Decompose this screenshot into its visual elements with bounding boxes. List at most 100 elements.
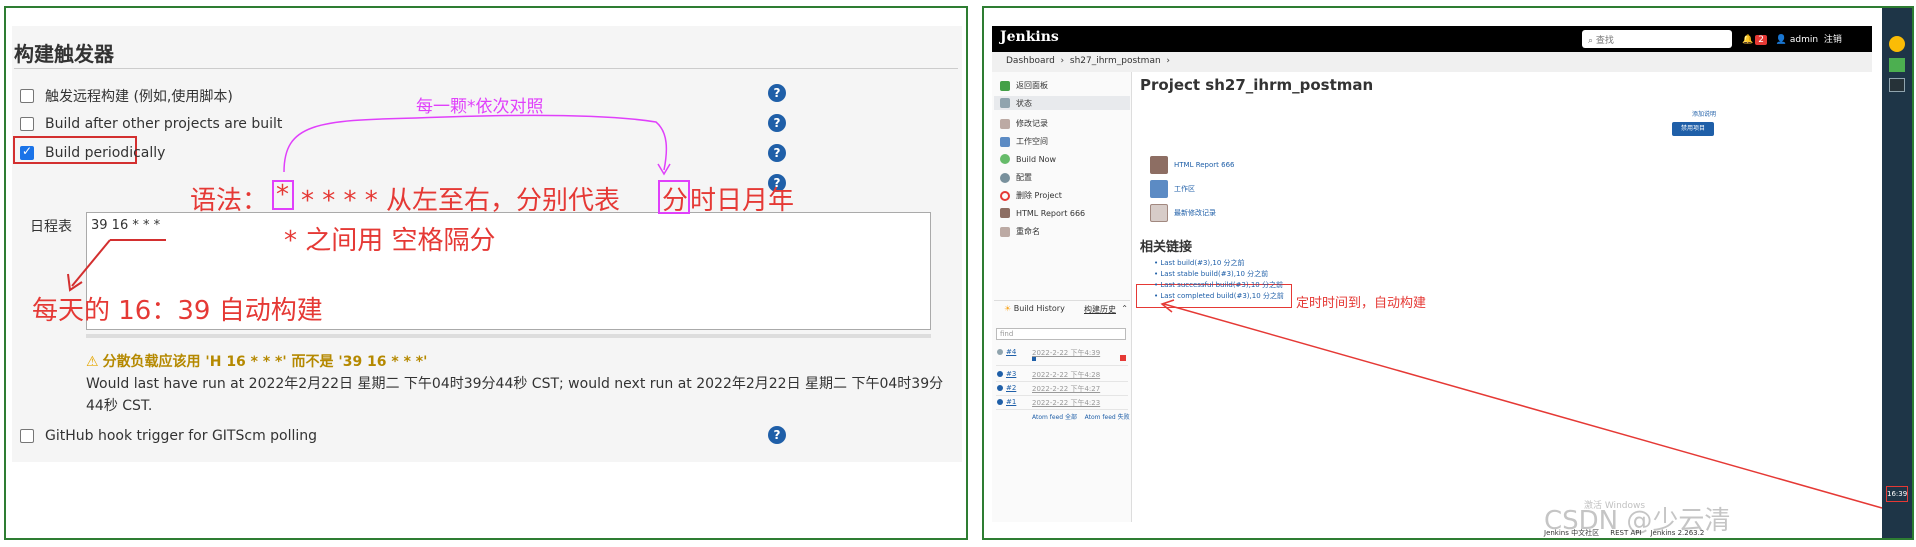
task-status[interactable]: 状态: [994, 96, 1130, 110]
clock-icon: [1000, 154, 1010, 164]
gear-icon: [1000, 172, 1010, 183]
related-link[interactable]: • Last build(#3),10 分之前: [1154, 258, 1245, 268]
build-row[interactable]: #4 2022-2-22 下午4:39: [996, 346, 1128, 366]
build-number[interactable]: #1: [1006, 398, 1016, 406]
build-filter-input[interactable]: find: [996, 328, 1126, 340]
trigger-after-projects[interactable]: Build after other projects are built: [20, 116, 282, 132]
footer-community[interactable]: Jenkins 中文社区: [1544, 529, 1599, 537]
folder-icon: [1150, 180, 1168, 198]
checkbox[interactable]: [20, 117, 34, 131]
task-back[interactable]: 返回面板: [1000, 80, 1048, 91]
trigger-label: 触发远程构建 (例如,使用脚本): [45, 89, 233, 105]
status-dot: [997, 371, 1003, 377]
pink-arc-arrow: [283, 114, 671, 176]
right-panel: Jenkins ⌕ 查找 🔔 2 👤 admin 注销 Dashboard › s…: [982, 6, 1914, 540]
link-label: 工作区: [1174, 185, 1195, 193]
notepad-icon: [1000, 226, 1010, 237]
annotation-separator: * 之间用 空格隔分: [284, 226, 496, 256]
warning-message: ⚠ 分散负载应该用 'H 16 * * *' 而不是 '39 16 * * *': [86, 351, 427, 371]
notification-badge[interactable]: 2: [1755, 35, 1767, 45]
user-link[interactable]: admin: [1790, 35, 1818, 45]
task-delete[interactable]: 删除 Project: [1000, 190, 1062, 201]
search-input[interactable]: ⌕ 查找: [1582, 30, 1732, 48]
section-title: 构建触发器: [14, 42, 114, 66]
main-link-workspace[interactable]: 工作区: [1150, 180, 1195, 198]
jenkins-header: Jenkins ⌕ 查找 🔔 2 👤 admin 注销: [992, 26, 1872, 52]
build-row[interactable]: #1 2022-2-22 下午4:23: [996, 396, 1128, 410]
app-icon[interactable]: [1889, 58, 1905, 72]
help-icon[interactable]: ?: [768, 114, 786, 132]
trigger-github-hook[interactable]: GitHub hook trigger for GITScm polling: [20, 428, 317, 444]
breadcrumb-project[interactable]: sh27_ihrm_postman: [1070, 56, 1161, 66]
related-link-label: Last stable build(#3),10 分之前: [1160, 270, 1269, 278]
checkbox-checked[interactable]: [20, 144, 34, 160]
report-icon: [1150, 156, 1168, 174]
no-entry-icon: [1000, 190, 1010, 201]
task-label: 删除 Project: [1016, 191, 1062, 200]
annotation-units: 时日月年: [690, 186, 795, 216]
task-rename[interactable]: 重命名: [1000, 226, 1040, 237]
task-label: 重命名: [1016, 227, 1040, 236]
breadcrumb-dashboard[interactable]: Dashboard: [1006, 56, 1055, 66]
checkbox[interactable]: [20, 89, 34, 103]
build-date[interactable]: 2022-2-22 下午4:27: [1032, 384, 1100, 394]
task-label: 配置: [1016, 173, 1032, 182]
checkbox[interactable]: [20, 429, 34, 443]
help-icon[interactable]: ?: [768, 84, 786, 102]
jenkins-footer: Jenkins 中文社区 REST API Jenkins 2.263.2: [1544, 528, 1704, 538]
windows-taskbar: 16:39: [1882, 8, 1912, 538]
build-history-header: ☀ Build History 构建历史 ⌃: [994, 300, 1130, 316]
build-date[interactable]: 2022-2-22 下午4:39: [1032, 348, 1100, 358]
task-html-report[interactable]: HTML Report 666: [1000, 208, 1085, 218]
link-label: 最新修改记录: [1174, 209, 1216, 217]
user-icon: 👤: [1775, 35, 1788, 45]
build-trend-link[interactable]: 构建历史: [1084, 304, 1116, 315]
footer-version: Jenkins 2.263.2: [1650, 529, 1705, 537]
add-description-link[interactable]: 添加说明: [1692, 109, 1716, 118]
build-number[interactable]: #2: [1006, 384, 1016, 392]
task-label: 工作空间: [1016, 137, 1048, 146]
atom-feed-all[interactable]: Atom feed 全部: [1032, 414, 1077, 421]
annotation-daily: 每天的 16：39 自动构建: [32, 296, 323, 326]
project-title: Project sh27_ihrm_postman: [1140, 76, 1374, 94]
bell-icon[interactable]: 🔔: [1742, 35, 1753, 45]
main-link-changes[interactable]: 最新修改记录: [1150, 204, 1216, 222]
trigger-label: GitHub hook trigger for GITScm polling: [45, 428, 318, 444]
status-dot: [997, 385, 1003, 391]
trigger-build-periodically[interactable]: Build periodically: [20, 144, 165, 161]
trigger-remote[interactable]: 触发远程构建 (例如,使用脚本): [20, 86, 233, 106]
resize-handle[interactable]: [86, 334, 931, 338]
task-label: 修改记录: [1016, 119, 1048, 128]
task-workspace[interactable]: 工作空间: [1000, 136, 1048, 147]
task-changes[interactable]: 修改记录: [1000, 118, 1048, 129]
task-configure[interactable]: 配置: [1000, 172, 1032, 183]
annotation-syntax: * * * * 从左至右，分别代表: [301, 186, 621, 216]
logout-link[interactable]: 注销: [1824, 35, 1842, 45]
terminal-icon[interactable]: [1889, 78, 1905, 92]
disable-project-button[interactable]: 禁用项目: [1672, 122, 1714, 136]
folder-icon: [1000, 136, 1010, 147]
chrome-icon[interactable]: [1889, 36, 1905, 52]
build-date[interactable]: 2022-2-22 下午4:23: [1032, 398, 1100, 408]
build-number[interactable]: #3: [1006, 370, 1016, 378]
related-link[interactable]: • Last stable build(#3),10 分之前: [1154, 269, 1268, 279]
related-link[interactable]: • Last successful build(#3),10 分之前: [1154, 280, 1283, 290]
jenkins-logo[interactable]: Jenkins: [1000, 29, 1059, 45]
build-row[interactable]: #3 2022-2-22 下午4:28: [996, 368, 1128, 382]
build-row[interactable]: #2 2022-2-22 下午4:27: [996, 382, 1128, 396]
help-icon[interactable]: ?: [768, 144, 786, 162]
taskbar-clock[interactable]: 16:39: [1886, 486, 1908, 502]
red-arrow: [67, 239, 166, 292]
cancel-icon[interactable]: [1120, 355, 1126, 361]
warning-text: 分散负载应该用 'H 16 * * *' 而不是 '39 16 * * *': [102, 354, 428, 370]
report-icon: [1000, 208, 1010, 218]
main-link-report[interactable]: HTML Report 666: [1150, 156, 1235, 174]
build-date[interactable]: 2022-2-22 下午4:28: [1032, 370, 1100, 380]
atom-feed-failed[interactable]: Atom feed 失败: [1085, 414, 1130, 421]
footer-rest-api[interactable]: REST API: [1610, 529, 1641, 537]
divider: [14, 68, 958, 69]
help-icon[interactable]: ?: [768, 426, 786, 444]
task-build-now[interactable]: Build Now: [1000, 154, 1056, 164]
build-number[interactable]: #4: [1006, 348, 1016, 356]
chevron-up-icon[interactable]: ⌃: [1121, 304, 1128, 313]
